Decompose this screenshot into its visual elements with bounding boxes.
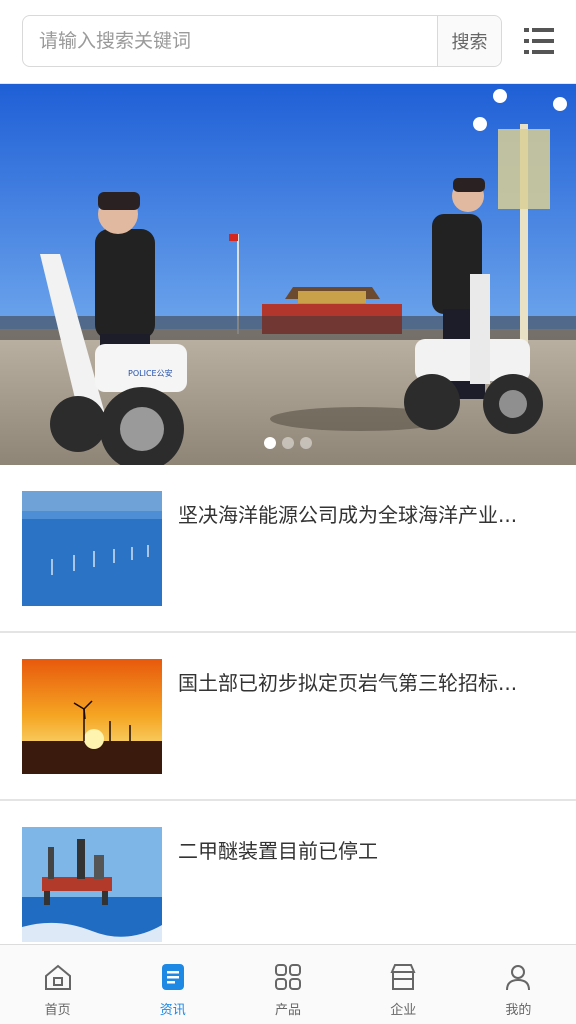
news-title[interactable]: 国土部已初步拟定页岩气第三轮招标... bbox=[178, 669, 554, 697]
tab-home[interactable]: 首页 bbox=[0, 945, 115, 1024]
tab-label: 首页 bbox=[44, 1003, 71, 1018]
tab-mine[interactable]: 我的 bbox=[461, 945, 576, 1024]
banner-image: POLICE公安 bbox=[0, 84, 576, 465]
tab-enterprise[interactable]: 企业 bbox=[346, 945, 461, 1024]
news-title[interactable]: 二甲醚装置目前已停工 bbox=[178, 837, 554, 865]
news-icon bbox=[161, 964, 184, 990]
tab-label: 资讯 bbox=[159, 1003, 186, 1018]
news-title[interactable]: 坚决海洋能源公司成为全球海洋产业... bbox=[178, 501, 554, 529]
search-box: 搜索 bbox=[22, 15, 502, 67]
banner-carousel[interactable]: POLICE公安 bbox=[0, 84, 576, 465]
carousel-dot[interactable] bbox=[300, 437, 312, 449]
top-header: 搜索 bbox=[0, 0, 576, 84]
police-text: POLICE公安 bbox=[128, 368, 173, 378]
user-icon bbox=[506, 965, 531, 991]
tab-label: 产品 bbox=[275, 1003, 302, 1018]
offshore-oil-rig-thumbnail bbox=[22, 827, 162, 942]
grid-icon bbox=[275, 964, 301, 990]
tab-news[interactable]: 资讯 bbox=[115, 945, 230, 1024]
tab-label: 企业 bbox=[390, 1003, 417, 1018]
offshore-wind-farm-thumbnail bbox=[22, 491, 162, 606]
news-item[interactable]: 坚决海洋能源公司成为全球海洋产业... bbox=[0, 465, 576, 633]
search-input[interactable] bbox=[23, 16, 439, 66]
carousel-indicators bbox=[0, 437, 576, 449]
carousel-dot[interactable] bbox=[282, 437, 294, 449]
store-icon bbox=[390, 964, 416, 990]
news-item[interactable]: 国土部已初步拟定页岩气第三轮招标... bbox=[0, 633, 576, 801]
bottom-tab-bar: 首页 资讯 产品 企业 我的 bbox=[0, 944, 576, 1024]
carousel-dot[interactable] bbox=[264, 437, 276, 449]
news-item[interactable]: 二甲醚装置目前已停工 bbox=[0, 801, 576, 943]
home-icon bbox=[44, 964, 71, 990]
wind-turbine-sunset-thumbnail bbox=[22, 659, 162, 774]
app-screen: 搜索 bbox=[0, 0, 576, 1024]
tab-products[interactable]: 产品 bbox=[230, 945, 345, 1024]
news-list: 坚决海洋能源公司成为全球海洋产业... 国土部已初步拟定页岩气第三轮招标... … bbox=[0, 465, 576, 943]
tab-label: 我的 bbox=[505, 1003, 532, 1018]
menu-icon[interactable] bbox=[522, 24, 556, 58]
search-button[interactable]: 搜索 bbox=[437, 16, 501, 66]
